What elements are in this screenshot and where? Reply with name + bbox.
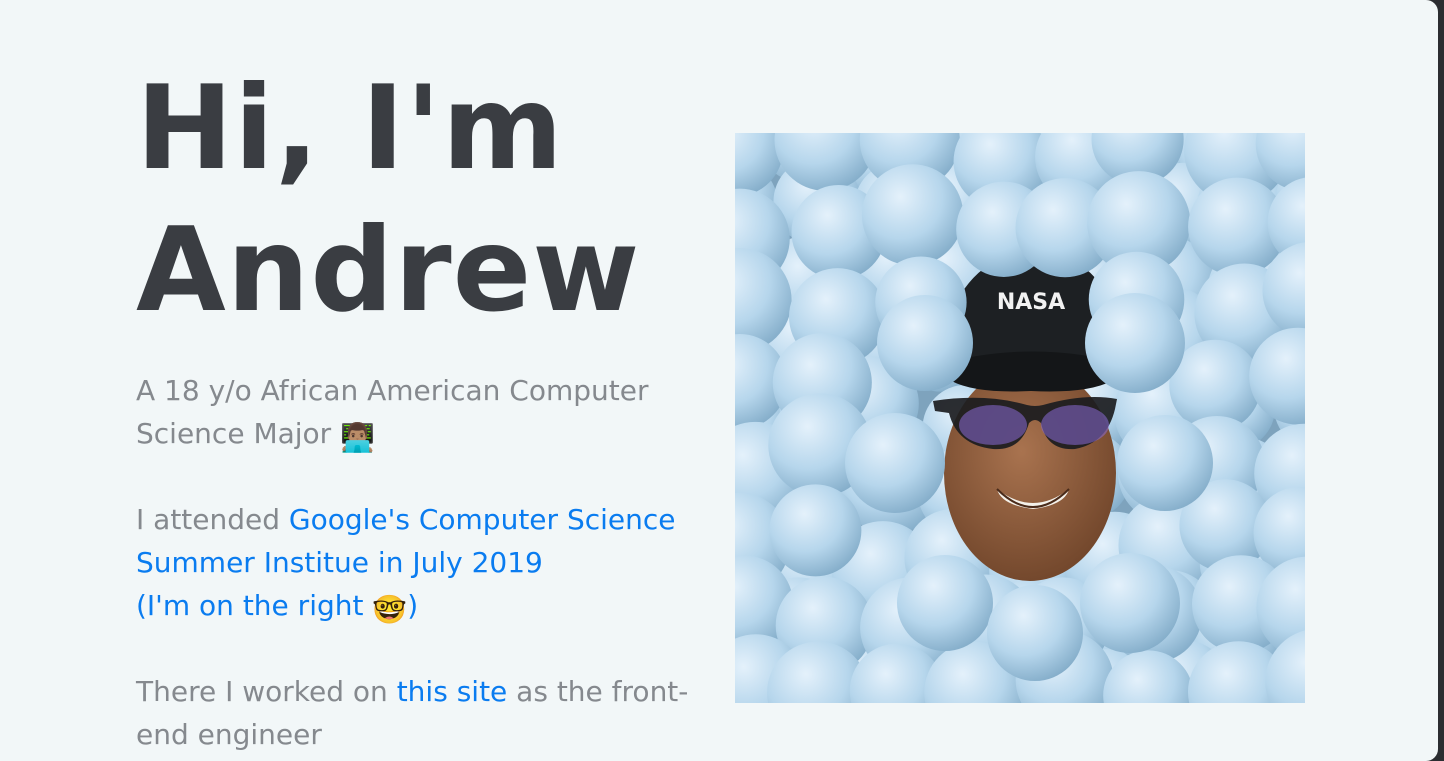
ball <box>1117 415 1213 511</box>
ball <box>845 413 945 513</box>
this-site-link[interactable]: this site <box>397 675 508 708</box>
google-prefix: I attended <box>136 503 289 536</box>
ball <box>1080 553 1180 653</box>
profile-photo: NASA <box>735 133 1305 703</box>
google-paragraph: I attended Google's Computer Science Sum… <box>136 498 716 631</box>
hero-title: Hi, I'm Andrew <box>136 58 696 342</box>
google-note-close: ) <box>407 589 419 622</box>
worked-paragraph: There I worked on this site as the front… <box>136 670 716 756</box>
ball <box>1085 293 1185 393</box>
ball <box>987 585 1083 681</box>
cap-logo-text: NASA <box>997 290 1065 315</box>
nerd-face-emoji-icon: 🤓 <box>372 593 408 626</box>
ball <box>877 295 973 391</box>
bio-text: A 18 y/o African American Computer Scien… <box>136 369 716 459</box>
worked-prefix: There I worked on <box>136 675 397 708</box>
google-photo-note-link[interactable]: (I'm on the right 🤓) <box>136 589 419 626</box>
ball <box>769 484 862 577</box>
ball <box>897 555 993 651</box>
google-note-text: (I'm on the right <box>136 589 373 622</box>
page: Hi, I'm Andrew A 18 y/o African American… <box>0 0 1438 761</box>
hero-name: Andrew <box>136 203 641 338</box>
ball <box>861 164 964 266</box>
technologist-emoji-icon: 👨🏽‍💻 <box>340 421 375 454</box>
hero-greeting: Hi, I'm <box>136 61 564 196</box>
bio-sentence: A 18 y/o African American Computer Scien… <box>136 374 649 450</box>
